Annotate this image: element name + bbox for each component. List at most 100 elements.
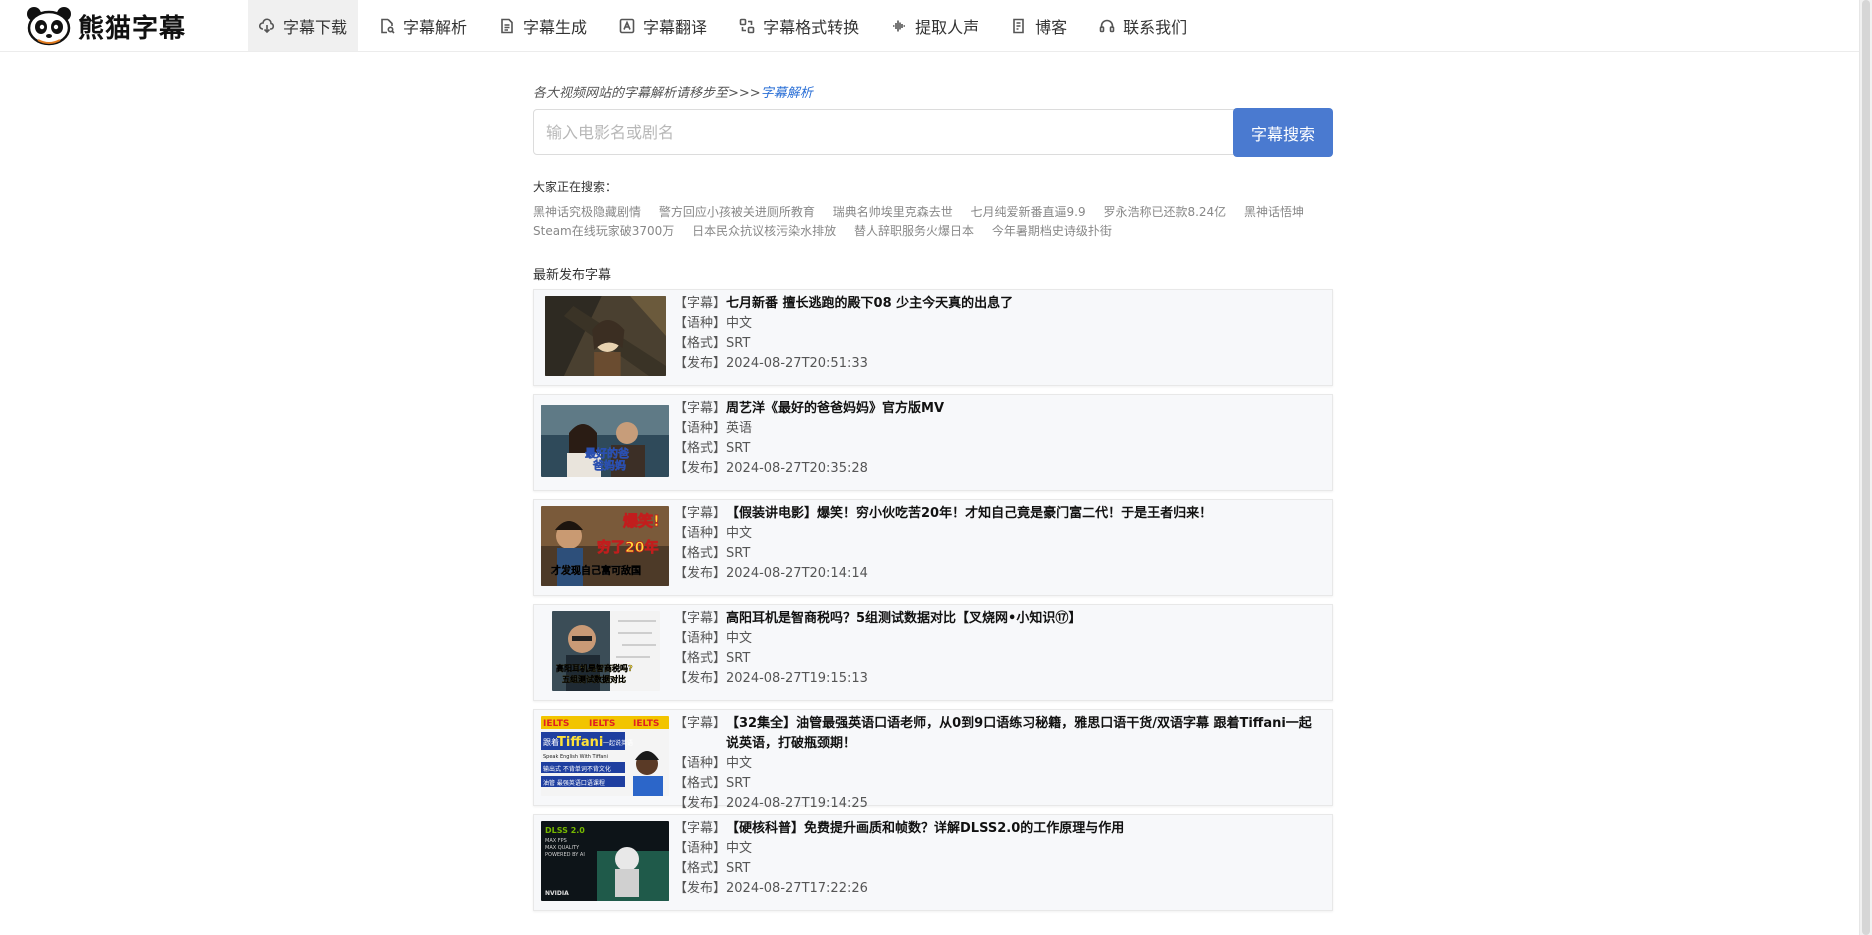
- subtitle-info: 【字幕】 【32集全】油管最强英语口语老师，从0到9口语练习秘籍，雅思口语干货/双…: [674, 714, 1320, 814]
- search-input[interactable]: [533, 109, 1249, 155]
- published-label: 【发布】: [674, 796, 727, 811]
- waveform-icon: [893, 20, 906, 31]
- video-thumbnail: 爆笑! 穷了20年 才发现自己富可敌国: [541, 506, 669, 586]
- nav-item-format-convert[interactable]: 字幕格式转换: [728, 0, 870, 51]
- video-thumbnail: IELTS IELTS IELTS 跟着 Tiffani 一起说英语 Speak…: [541, 716, 669, 796]
- logo[interactable]: 熊猫字幕: [24, 6, 186, 46]
- nav-item-label: 字幕生成: [523, 17, 588, 37]
- subtitle-format: SRT: [726, 776, 751, 791]
- parse-tip-text: 各大视频网站的字幕解析请移步至>>>: [533, 86, 761, 101]
- subtitle-language: 中文: [726, 841, 753, 856]
- video-thumbnail: 高阳耳机是智商税吗? 五组测试数据对比: [552, 611, 660, 691]
- subtitle-title[interactable]: 高阳耳机是智商税吗？5组测试数据对比【叉烧网•小知识⑰】: [726, 609, 1081, 629]
- subtitle-published: 2024-08-27T19:14:25: [726, 796, 868, 811]
- main-menu: 字幕下载 字幕解析 字幕生成 字幕翻译 字幕格式转换 提取人声 博客 联系我们: [248, 0, 1208, 51]
- headset-icon: [1099, 19, 1115, 32]
- subtitle-card[interactable]: DLSS 2.0 MAX FPS MAX QUALITY POWERED BY …: [533, 814, 1333, 911]
- hot-search-item[interactable]: 罗永浩称已还款8.24亿: [1103, 205, 1226, 219]
- thumbnail-text: IELTS: [543, 719, 569, 729]
- latest-subtitles-title: 最新发布字幕: [533, 268, 612, 283]
- nav-item-label: 字幕下载: [283, 17, 348, 37]
- top-nav: 熊猫字幕 字幕下载 字幕解析 字幕生成 字幕翻译 字幕格式转换 提取人声 博客 …: [0, 0, 1860, 52]
- thumbnail-text: Speak English With Tiffani: [543, 754, 608, 760]
- hot-search-item[interactable]: 今年暑期档史诗级扑街: [992, 224, 1112, 238]
- subtitle-label: 【字幕】: [674, 716, 727, 731]
- thumbnail-text: IELTS: [589, 719, 615, 729]
- subtitle-format: SRT: [726, 546, 751, 561]
- hot-search-item[interactable]: Steam在线玩家破3700万: [533, 224, 674, 238]
- subtitle-language: 中文: [726, 756, 753, 771]
- hot-search-item[interactable]: 黑神话悟坤: [1244, 205, 1304, 219]
- nav-item-subtitle-generate[interactable]: 字幕生成: [488, 0, 598, 51]
- published-label: 【发布】: [674, 671, 727, 686]
- edit-doc-icon: [1013, 18, 1024, 33]
- subtitle-published: 2024-08-27T17:22:26: [726, 881, 868, 896]
- nav-item-label: 字幕翻译: [643, 17, 708, 37]
- hot-search-item[interactable]: 警方回应小孩被关进厕所教育: [659, 205, 815, 219]
- subtitle-info: 【字幕】 七月新番 擅长逃跑的殿下08 少主今天真的出息了 【语种】 中文 【格式】…: [674, 294, 1320, 374]
- format-label: 【格式】: [674, 651, 727, 666]
- thumbnail-text: IELTS: [633, 719, 659, 729]
- subtitle-card[interactable]: IELTS IELTS IELTS 跟着 Tiffani 一起说英语 Speak…: [533, 709, 1333, 811]
- nav-item-label: 博客: [1035, 17, 1068, 37]
- subtitle-title[interactable]: 【硬核科普】免费提升画质和帧数？详解DLSS2.0的工作原理与作用: [726, 819, 1124, 839]
- nav-item-subtitle-translate[interactable]: 字幕翻译: [608, 0, 718, 51]
- translate-icon: [619, 18, 635, 33]
- language-label: 【语种】: [674, 526, 727, 541]
- nav-item-label: 提取人声: [915, 17, 980, 37]
- subtitle-title[interactable]: 【32集全】油管最强英语口语老师，从0到9口语练习秘籍，雅思口语干货/双语字幕 …: [726, 714, 1320, 754]
- language-label: 【语种】: [674, 316, 727, 331]
- thumbnail-text: 高阳耳机是智商税吗?: [556, 663, 633, 673]
- nav-item-label: 字幕格式转换: [763, 17, 860, 37]
- logo-text: 熊猫字幕: [78, 13, 187, 44]
- thumbnail-text: DLSS 2.0: [545, 826, 585, 835]
- subtitle-label: 【字幕】: [674, 296, 727, 311]
- subtitle-list: 【字幕】 七月新番 擅长逃跑的殿下08 少主今天真的出息了 【语种】 中文 【格式】…: [533, 289, 1333, 919]
- nav-item-contact[interactable]: 联系我们: [1088, 0, 1198, 51]
- vertical-scrollbar[interactable]: [1859, 0, 1872, 935]
- language-label: 【语种】: [674, 421, 727, 436]
- scrollbar-thumb[interactable]: [1862, 0, 1870, 935]
- nav-item-subtitle-parse[interactable]: 字幕解析: [368, 0, 478, 51]
- cloud-download-icon: [259, 17, 275, 33]
- panda-logo-icon: [27, 7, 71, 46]
- video-thumbnail: 最好的爸 爸妈妈: [541, 405, 669, 477]
- subtitle-published: 2024-08-27T20:35:28: [726, 461, 868, 476]
- thumbnail-text: 才发现自己富可敌国: [551, 564, 641, 577]
- subtitle-title[interactable]: 周艺洋《最好的爸爸妈妈》官方版MV: [726, 399, 944, 419]
- subtitle-title[interactable]: 七月新番 擅长逃跑的殿下08 少主今天真的出息了: [726, 294, 1013, 314]
- language-label: 【语种】: [674, 756, 727, 771]
- nav-item-subtitle-download[interactable]: 字幕下载: [248, 0, 359, 51]
- thumbnail-text: POWERED BY AI: [545, 852, 585, 858]
- hot-search-item[interactable]: 瑞典名帅埃里克森去世: [833, 205, 953, 219]
- search-button[interactable]: 字幕搜索: [1233, 108, 1333, 157]
- subtitle-format: SRT: [726, 336, 751, 351]
- thumbnail-text: 油管 最强英语口语课程: [543, 779, 605, 787]
- video-thumbnail: DLSS 2.0 MAX FPS MAX QUALITY POWERED BY …: [541, 821, 669, 901]
- hot-search-item[interactable]: 七月纯爱新番直逼9.9: [971, 205, 1086, 219]
- subtitle-card[interactable]: 最好的爸 爸妈妈 【字幕】 周艺洋《最好的爸爸妈妈》官方版MV 【语种】 英语 【格…: [533, 394, 1333, 491]
- subtitle-card[interactable]: 爆笑! 穷了20年 才发现自己富可敌国 【字幕】 【假装讲电影】爆笑！穷小伙吃苦2…: [533, 499, 1333, 596]
- parse-tip-link[interactable]: 字幕解析: [761, 86, 813, 101]
- subtitle-language: 中文: [726, 526, 753, 541]
- thumbnail-text: 最好的爸: [585, 446, 629, 460]
- nav-item-extract-vocals[interactable]: 提取人声: [880, 0, 990, 51]
- subtitle-published: 2024-08-27T20:51:33: [726, 356, 868, 371]
- subtitle-info: 【字幕】 周艺洋《最好的爸爸妈妈》官方版MV 【语种】 英语 【格式】 SRT 【发布…: [674, 399, 1320, 479]
- file-text-icon: [501, 18, 513, 33]
- subtitle-card[interactable]: 高阳耳机是智商税吗? 五组测试数据对比 【字幕】 高阳耳机是智商税吗？5组测试数据…: [533, 604, 1333, 701]
- hot-search-item[interactable]: 替人辞职服务火爆日本: [854, 224, 974, 238]
- subtitle-info: 【字幕】 高阳耳机是智商税吗？5组测试数据对比【叉烧网•小知识⑰】 【语种】 中文 …: [674, 609, 1320, 689]
- subtitle-card[interactable]: 【字幕】 七月新番 擅长逃跑的殿下08 少主今天真的出息了 【语种】 中文 【格式】…: [533, 289, 1333, 386]
- hot-search-item[interactable]: 黑神话究极隐藏剧情: [533, 205, 641, 219]
- subtitle-label: 【字幕】: [674, 821, 727, 836]
- thumbnail-text: 输出式 不背单词不背文化: [543, 765, 611, 773]
- subtitle-format: SRT: [726, 651, 751, 666]
- thumbnail-text: MAX FPS: [545, 838, 567, 844]
- hot-search-item[interactable]: 日本民众抗议核污染水排放: [692, 224, 836, 238]
- subtitle-title[interactable]: 【假装讲电影】爆笑！穷小伙吃苦20年！才知自己竟是豪门富二代！于是王者归来！: [726, 504, 1212, 524]
- file-search-icon: [381, 18, 395, 34]
- format-label: 【格式】: [674, 441, 727, 456]
- subtitle-published: 2024-08-27T20:14:14: [726, 566, 868, 581]
- nav-item-blog[interactable]: 博客: [1000, 0, 1078, 51]
